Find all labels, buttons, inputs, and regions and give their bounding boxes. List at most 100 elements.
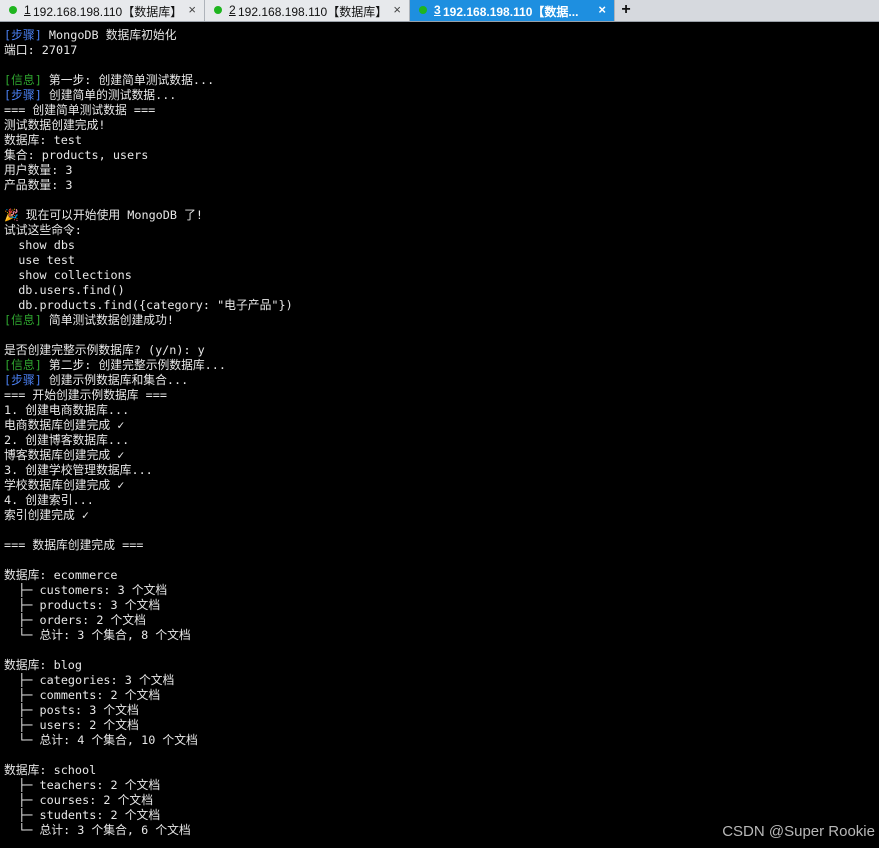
terminal-line-text: 数据库: ecommerce <box>4 568 118 582</box>
terminal-line-text: ├─ users: 2 个文档 <box>4 718 139 732</box>
close-icon[interactable]: × <box>188 2 196 17</box>
tab-bar: 1 192.168.198.110【数据库】 × 2 192.168.198.1… <box>0 0 879 22</box>
terminal-line: └─ 总计: 4 个集合, 10 个文档 <box>4 733 876 748</box>
terminal-line: ├─ orders: 2 个文档 <box>4 613 876 628</box>
close-icon[interactable]: × <box>598 2 606 17</box>
terminal-line-text: ├─ students: 2 个文档 <box>4 808 161 822</box>
terminal-line-text: 测试数据创建完成! <box>4 118 106 132</box>
terminal-line-text: 索引创建完成 ✓ <box>4 508 89 522</box>
terminal-line-text: === 开始创建示例数据库 === <box>4 388 167 402</box>
terminal-line-text: └─ 总计: 4 个集合, 10 个文档 <box>4 733 198 747</box>
terminal-line: ├─ posts: 3 个文档 <box>4 703 876 718</box>
tab-title: 192.168.198.110【数据... <box>443 5 579 19</box>
step-tag: [步骤] <box>4 88 42 102</box>
terminal-line-text: === 创建简单测试数据 === <box>4 103 156 117</box>
terminal-line: [步骤] 创建示例数据库和集合... <box>4 373 876 388</box>
close-icon[interactable]: × <box>393 2 401 17</box>
terminal-line: 1. 创建电商数据库... <box>4 403 876 418</box>
terminal-line: ├─ users: 2 个文档 <box>4 718 876 733</box>
terminal-line-text: ├─ products: 3 个文档 <box>4 598 161 612</box>
terminal-line-text: 第一步: 创建简单测试数据... <box>41 73 215 87</box>
terminal-line: ├─ students: 2 个文档 <box>4 808 876 823</box>
terminal-line: use test <box>4 253 876 268</box>
tab-number: 3 <box>434 3 441 17</box>
tab-title: 192.168.198.110【数据库】 <box>238 5 388 19</box>
terminal-line-text: use test <box>4 253 76 267</box>
terminal-line: 4. 创建索引... <box>4 493 876 508</box>
terminal-line: [信息] 简单测试数据创建成功! <box>4 313 876 328</box>
tab-title: 192.168.198.110【数据库】 <box>33 5 183 19</box>
session-tab[interactable]: 1 192.168.198.110【数据库】 × <box>0 0 205 21</box>
connected-status-icon <box>9 6 17 14</box>
terminal-line-text: show collections <box>4 268 132 282</box>
terminal-line: 集合: products, users <box>4 148 876 163</box>
terminal-line: 端口: 27017 <box>4 43 876 58</box>
terminal-line-text: db.users.find() <box>4 283 125 297</box>
terminal-line: 数据库: blog <box>4 658 876 673</box>
terminal-line: ├─ comments: 2 个文档 <box>4 688 876 703</box>
terminal-line-text: 第二步: 创建完整示例数据库... <box>41 358 226 372</box>
terminal-output[interactable]: [步骤] MongoDB 数据库初始化 端口: 27017 [信息] 第一步: 创建… <box>4 28 876 838</box>
terminal-line: 数据库: ecommerce <box>4 568 876 583</box>
terminal-line-text: 用户数量: 3 <box>4 163 73 177</box>
terminal-line: === 数据库创建完成 === <box>4 538 876 553</box>
terminal-line: 试试这些命令: <box>4 223 876 238</box>
new-tab-button[interactable]: + <box>616 0 636 21</box>
terminal-line-text: db.products.find({category: "电子产品"}) <box>4 298 293 312</box>
step-tag: [步骤] <box>4 28 42 42</box>
terminal-line: show dbs <box>4 238 876 253</box>
terminal-line-text: 🎉 现在可以开始使用 MongoDB 了! <box>4 208 203 222</box>
terminal-line-text: 是否创建完整示例数据库? (y/n): y <box>4 343 205 357</box>
session-tab[interactable]: 2 192.168.198.110【数据库】 × <box>205 0 410 21</box>
terminal-line: 索引创建完成 ✓ <box>4 508 876 523</box>
terminal-line: 电商数据库创建完成 ✓ <box>4 418 876 433</box>
terminal-line: 3. 创建学校管理数据库... <box>4 463 876 478</box>
terminal-line: 产品数量: 3 <box>4 178 876 193</box>
terminal-line: 用户数量: 3 <box>4 163 876 178</box>
terminal-line: 数据库: school <box>4 763 876 778</box>
terminal-line: 测试数据创建完成! <box>4 118 876 133</box>
terminal-line: 2. 创建博客数据库... <box>4 433 876 448</box>
terminal-line-text: ├─ comments: 2 个文档 <box>4 688 161 702</box>
terminal-line: db.products.find({category: "电子产品"}) <box>4 298 876 313</box>
terminal-line: 🎉 现在可以开始使用 MongoDB 了! <box>4 208 876 223</box>
terminal-line: db.users.find() <box>4 283 876 298</box>
info-tag: [信息] <box>4 313 42 327</box>
terminal-line-text: 简单测试数据创建成功! <box>41 313 174 327</box>
terminal-line-text: └─ 总计: 3 个集合, 6 个文档 <box>4 823 191 837</box>
terminal-line-text: ├─ posts: 3 个文档 <box>4 703 139 717</box>
terminal-line-text: 博客数据库创建完成 ✓ <box>4 448 125 462</box>
terminal-line: ├─ categories: 3 个文档 <box>4 673 876 688</box>
terminal-line-text: 试试这些命令: <box>4 223 82 237</box>
terminal-line: └─ 总计: 3 个集合, 8 个文档 <box>4 628 876 643</box>
terminal-line-text: 电商数据库创建完成 ✓ <box>4 418 125 432</box>
terminal-line-text: 数据库: blog <box>4 658 83 672</box>
connected-status-icon <box>419 6 427 14</box>
terminal-line-text: ├─ courses: 2 个文档 <box>4 793 154 807</box>
terminal-line: [信息] 第一步: 创建简单测试数据... <box>4 73 876 88</box>
terminal-line: ├─ courses: 2 个文档 <box>4 793 876 808</box>
terminal-line-text: 创建简单的测试数据... <box>41 88 177 102</box>
terminal-line-text: MongoDB 数据库初始化 <box>41 28 177 42</box>
terminal-line-text: === 数据库创建完成 === <box>4 538 144 552</box>
terminal-line: [步骤] MongoDB 数据库初始化 <box>4 28 876 43</box>
step-tag: [步骤] <box>4 373 42 387</box>
terminal-line-text: 数据库: school <box>4 763 97 777</box>
terminal-line-text: 4. 创建索引... <box>4 493 94 507</box>
terminal-line-text: ├─ orders: 2 个文档 <box>4 613 146 627</box>
terminal-line: === 开始创建示例数据库 === <box>4 388 876 403</box>
session-tab-active[interactable]: 3 192.168.198.110【数据... × <box>410 0 615 21</box>
terminal-line: [信息] 第二步: 创建完整示例数据库... <box>4 358 876 373</box>
terminal-line-text: 数据库: test <box>4 133 83 147</box>
terminal-line-text: ├─ teachers: 2 个文档 <box>4 778 161 792</box>
terminal-line: ├─ teachers: 2 个文档 <box>4 778 876 793</box>
terminal-line: 学校数据库创建完成 ✓ <box>4 478 876 493</box>
info-tag: [信息] <box>4 73 42 87</box>
terminal-line: ├─ customers: 3 个文档 <box>4 583 876 598</box>
terminal-line-text: 3. 创建学校管理数据库... <box>4 463 153 477</box>
